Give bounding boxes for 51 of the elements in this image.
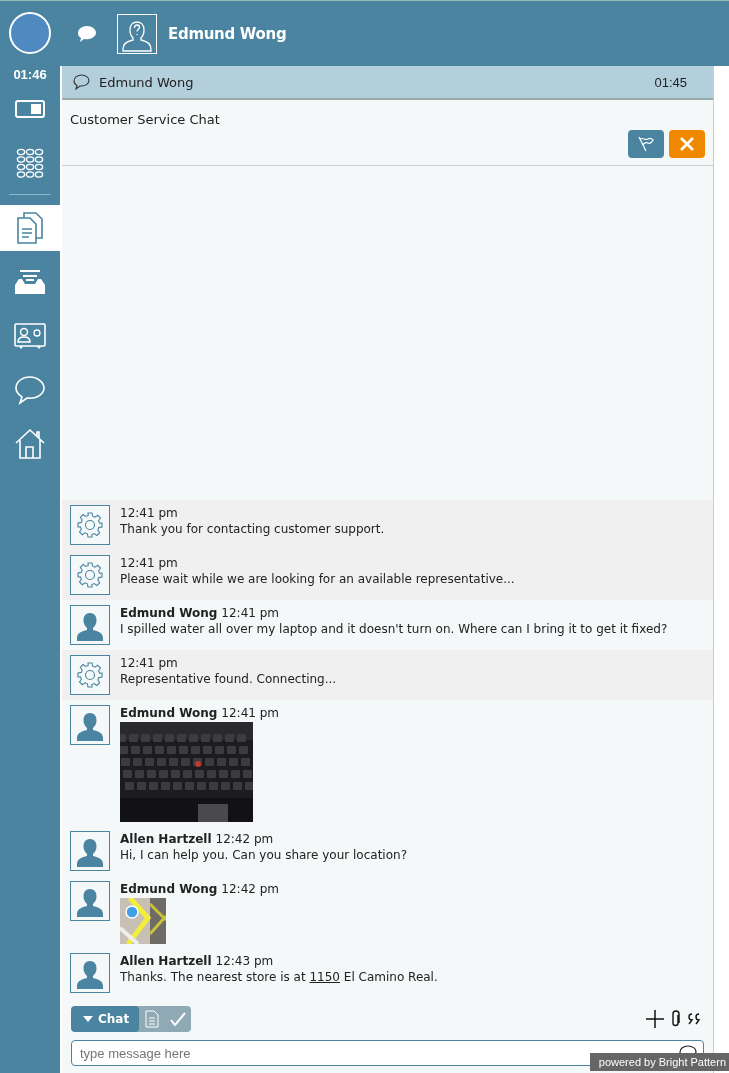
author-name: Allen Hartzell (120, 954, 212, 968)
message-text: Thank you for contacting customer support. (120, 522, 385, 536)
message-time: 12:42 pm (215, 832, 274, 846)
close-icon (679, 136, 695, 152)
message-text: Hi, I can help you. Can you share your location? (120, 848, 407, 862)
chat-mode-button[interactable]: Chat (71, 1006, 140, 1032)
message-time: 12:41 pm (120, 556, 178, 570)
unknown-contact-icon (117, 13, 157, 54)
interaction-subject: Customer Service Chat (70, 112, 220, 127)
flag-button[interactable] (628, 130, 664, 158)
message-text: Thanks. The nearest store is at 1150 El Camino Real. (120, 970, 438, 984)
person-avatar-icon (70, 881, 110, 921)
person-avatar-icon (70, 705, 110, 745)
message-text: Please wait while we are looking for an available representative... (120, 572, 515, 586)
paperclip-icon[interactable] (671, 1010, 681, 1028)
sidebar-item[interactable] (0, 205, 60, 251)
author-name: Allen Hartzell (120, 832, 212, 846)
person-avatar-icon (70, 953, 110, 993)
message-time: 12:42 pm (221, 882, 280, 896)
message-text: I spilled water all over my laptop and it doesn't turn on. Where can I bring it to get it fixed? (120, 622, 668, 636)
inbox-icon (14, 269, 46, 295)
author-name: Edmund Wong (120, 882, 218, 896)
session-timer: 01:46 (13, 67, 47, 82)
plus-icon[interactable] (646, 1010, 664, 1028)
interaction-timer: 01:45 (654, 74, 687, 90)
message-text: Representative found. Connecting... (120, 672, 337, 686)
person-avatar-icon (70, 605, 110, 645)
gear-icon (70, 555, 110, 595)
author-name: Edmund Wong (120, 606, 218, 620)
flag-icon (637, 136, 655, 152)
gear-icon (70, 505, 110, 545)
message-time: 12:41 pm (221, 706, 280, 720)
home-icon (14, 428, 46, 460)
powered-by-badge: powered by Bright Pattern (589, 1053, 729, 1071)
contact-name: Edmund Wong (168, 24, 287, 43)
message-time: 12:43 pm (215, 954, 274, 968)
message-time: 12:41 pm (120, 656, 178, 670)
author-name: Edmund Wong (120, 706, 218, 720)
status-avatar[interactable] (9, 12, 51, 54)
dialpad-icon (16, 148, 44, 178)
close-button[interactable] (669, 130, 705, 158)
message-time: 12:41 pm (120, 506, 178, 520)
message-time: 12:41 pm (221, 606, 280, 620)
documents-icon (16, 212, 44, 244)
person-avatar-icon (70, 831, 110, 871)
toggle-icon (15, 100, 45, 118)
gear-icon (70, 655, 110, 695)
caret-icon (83, 1016, 93, 1022)
contact-card-icon (14, 323, 46, 349)
address-link[interactable]: 1150 (309, 970, 340, 984)
interaction-title: Edmund Wong (99, 74, 194, 90)
